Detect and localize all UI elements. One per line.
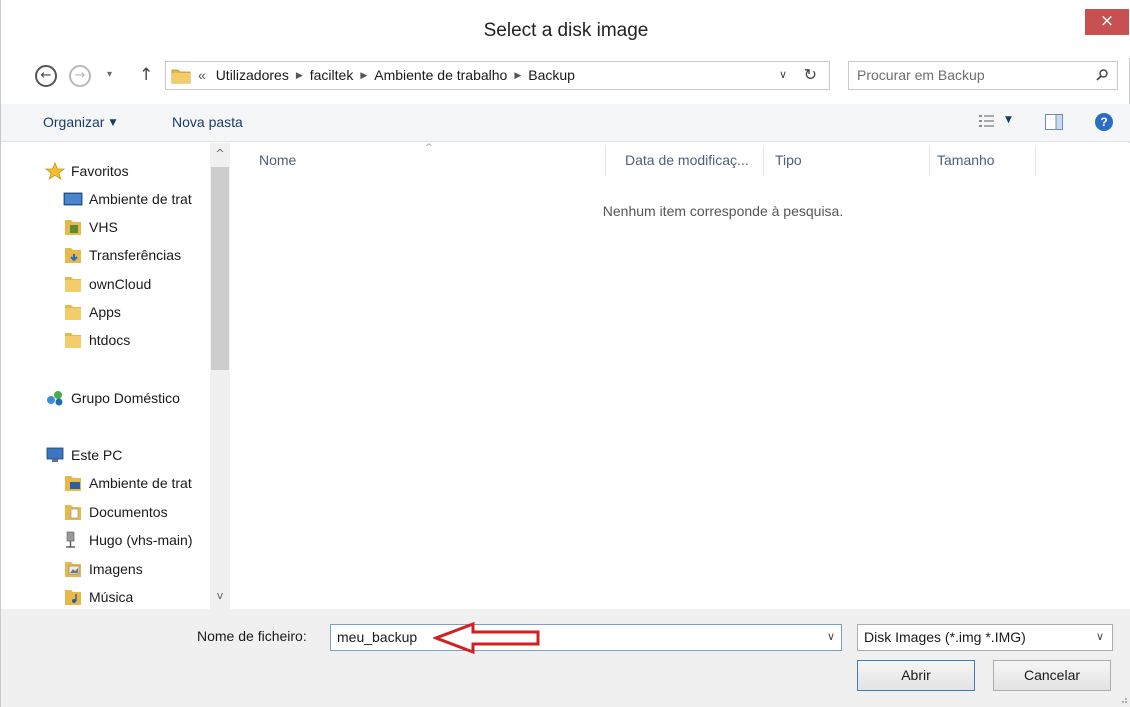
filename-dropdown-button[interactable]: ∨ <box>827 630 835 643</box>
chevron-down-icon[interactable]: ∨ <box>1096 630 1104 643</box>
view-list-icon <box>979 115 994 127</box>
sidebar-item-label: Grupo Doméstico <box>71 390 180 406</box>
column-divider[interactable] <box>605 146 606 176</box>
back-button[interactable]: ← <box>35 65 57 87</box>
open-button[interactable]: Abrir <box>857 660 975 691</box>
column-divider[interactable] <box>763 146 764 176</box>
scroll-up-button[interactable]: ^ <box>210 145 230 163</box>
folder-icon <box>65 277 81 292</box>
sidebar-item-label: Transferências <box>89 247 182 263</box>
sidebar-item-label: VHS <box>89 219 118 235</box>
sidebar-item-label: Apps <box>89 304 121 320</box>
address-bar[interactable]: « Utilizadores ▶ faciltek ▶ Ambiente de trab… <box>165 61 830 90</box>
sidebar-item-label: Música <box>89 589 134 605</box>
sidebar-item-label: Hugo (vhs-main) <box>89 532 193 548</box>
change-view-button[interactable]: ▼ <box>979 114 1012 131</box>
close-button[interactable]: × <box>1085 9 1129 35</box>
sidebar-item-label: Documentos <box>89 504 168 520</box>
navigation-bar: ← → ▾ ↑ « Utilizadores ▶ faciltek ▶ Ambiente… <box>1 58 1130 94</box>
breadcrumb-separator-icon[interactable]: ▶ <box>296 71 303 81</box>
breadcrumb: « Utilizadores ▶ faciltek ▶ Ambiente de trab… <box>198 67 575 83</box>
homegroup-icon <box>47 391 63 406</box>
documents-folder-icon <box>65 505 81 520</box>
search-icon[interactable] <box>1096 69 1108 81</box>
desktop-folder-icon <box>65 476 81 491</box>
title-bar: Select a disk image × <box>1 0 1130 58</box>
view-chevron-down-icon: ▼ <box>1005 115 1012 125</box>
filename-field[interactable]: meu_backup <box>337 629 417 645</box>
column-header-tipo[interactable]: Tipo <box>775 152 802 168</box>
pictures-folder-icon <box>65 562 81 577</box>
network-drive-icon <box>66 531 75 548</box>
filename-label: Nome de ficheiro: <box>197 628 307 644</box>
refresh-button[interactable]: ↻ <box>804 65 817 84</box>
organize-label: Organizar <box>43 114 105 130</box>
breadcrumb-separator-icon[interactable]: ▶ <box>514 71 521 81</box>
downloads-folder-icon <box>65 248 81 263</box>
breadcrumb-faciltek[interactable]: faciltek <box>310 67 354 83</box>
navigation-pane: Favoritos Ambiente de trat VHS Transferê… <box>1 143 231 609</box>
sidebar-item-label: ownCloud <box>89 276 152 292</box>
dialog-footer: Nome de ficheiro: meu_backup ∨ Disk Imag… <box>1 609 1130 707</box>
search-input[interactable]: Procurar em Backup <box>848 61 1118 90</box>
forward-button[interactable]: → <box>69 65 91 87</box>
breadcrumb-ambiente-de-trabalho[interactable]: Ambiente de trabalho <box>374 67 507 83</box>
filetype-select[interactable]: Disk Images (*.img *.IMG) ∨ <box>857 624 1113 651</box>
music-folder-icon <box>65 590 81 605</box>
search-placeholder: Procurar em Backup <box>857 67 985 83</box>
resize-grip-icon[interactable] <box>1118 694 1128 704</box>
breadcrumb-backup[interactable]: Backup <box>528 67 575 83</box>
breadcrumb-overflow[interactable]: « <box>198 67 206 83</box>
column-header-data-modificacao[interactable]: Data de modificaç... <box>625 152 749 168</box>
new-folder-button[interactable]: Nova pasta <box>172 114 243 130</box>
folder-icon <box>65 333 81 348</box>
folder-icon <box>65 305 81 320</box>
dialog-title: Select a disk image <box>483 20 649 41</box>
sort-ascending-icon: ^ <box>425 143 433 153</box>
column-divider[interactable] <box>1035 146 1036 176</box>
recent-locations-button[interactable]: ▾ <box>107 69 112 80</box>
filetype-value: Disk Images (*.img *.IMG) <box>864 629 1026 645</box>
address-dropdown-button[interactable]: ∨ <box>779 68 787 81</box>
star-icon <box>45 162 65 180</box>
annotation-arrow-icon <box>433 621 540 655</box>
breadcrumb-utilizadores[interactable]: Utilizadores <box>216 67 289 83</box>
chevron-down-icon: ▼ <box>109 118 117 128</box>
filename-combobox[interactable]: meu_backup ∨ <box>330 624 842 651</box>
navigation-pane-scrollbar[interactable]: ^ v <box>210 143 230 609</box>
column-header-nome[interactable]: Nome <box>259 152 296 168</box>
help-icon[interactable]: ? <box>1095 113 1113 131</box>
column-header-tamanho[interactable]: Tamanho <box>937 152 995 168</box>
organize-menu-button[interactable]: Organizar ▼ <box>43 114 116 130</box>
preview-pane-button[interactable] <box>1045 114 1063 133</box>
folder-icon <box>65 220 81 235</box>
sidebar-item-label: Ambiente de trat <box>89 191 192 207</box>
sidebar-item-label: Imagens <box>89 561 143 577</box>
sidebar-item-label: Favoritos <box>71 163 129 179</box>
cancel-button[interactable]: Cancelar <box>993 660 1111 691</box>
scroll-thumb[interactable] <box>211 167 229 370</box>
sidebar-item-label: Ambiente de trat <box>89 475 192 491</box>
up-button[interactable]: ↑ <box>139 65 153 85</box>
computer-icon <box>46 447 64 462</box>
column-divider[interactable] <box>929 146 930 176</box>
file-open-dialog: Select a disk image × ← → ▾ ↑ « Utilizad… <box>0 0 1130 707</box>
sidebar-item-label: htdocs <box>89 332 131 348</box>
scroll-down-button[interactable]: v <box>210 587 230 605</box>
breadcrumb-separator-icon[interactable]: ▶ <box>360 71 367 81</box>
folder-icon <box>171 69 191 84</box>
preview-pane-icon <box>1045 114 1063 130</box>
command-bar: Organizar ▼ Nova pasta ▼ <box>1 104 1130 142</box>
empty-state-message: Nenhum item corresponde à pesquisa. <box>602 203 844 219</box>
desktop-icon <box>63 192 83 206</box>
sidebar-item-label: Este PC <box>71 447 123 463</box>
file-list[interactable]: ^ Nome Data de modificaç... Tipo Tamanho… <box>233 143 1130 609</box>
